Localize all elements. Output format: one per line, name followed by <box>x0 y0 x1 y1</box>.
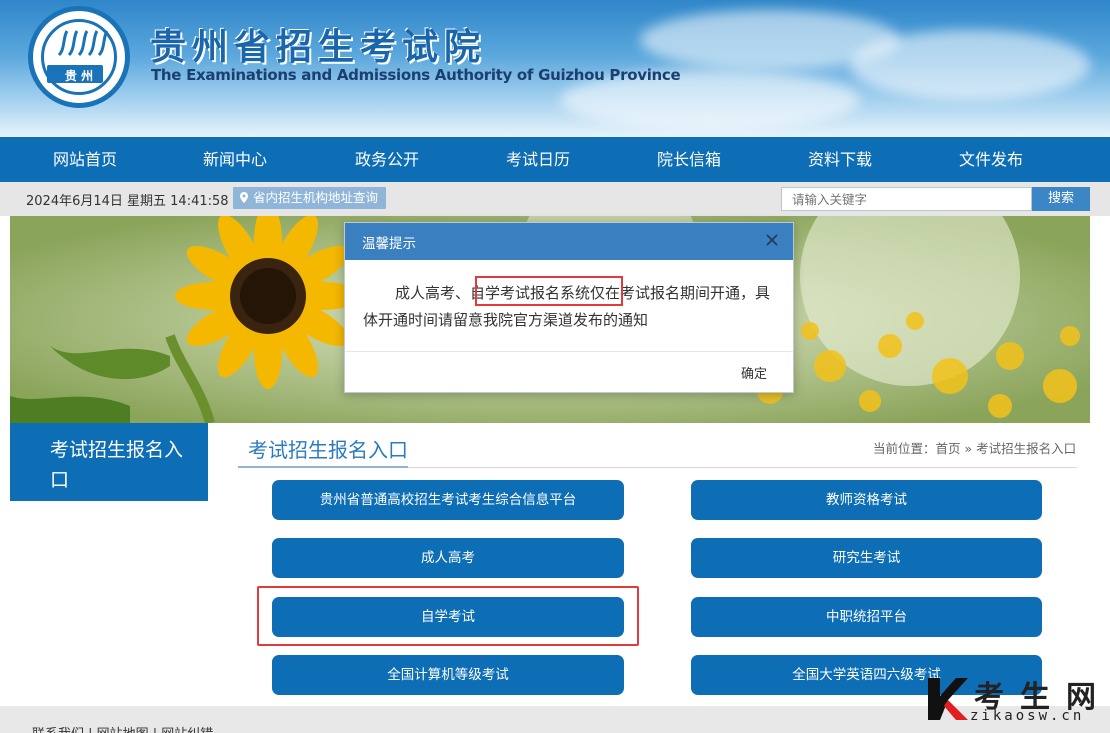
k-logo-icon <box>928 678 968 720</box>
nav-item-calendar[interactable]: 考试日历 <box>506 137 570 182</box>
entry-gaokao-platform-button[interactable]: 贵州省普通高校招生考试考生综合信息平台 <box>272 480 624 520</box>
cloud-decoration <box>850 30 1090 100</box>
page-title: 考试招生报名入口 <box>248 438 408 462</box>
logo-strokes-icon <box>57 30 109 57</box>
breadcrumb: 当前位置：首页 » 考试招生报名入口 <box>873 441 1077 456</box>
location-pin-icon <box>240 192 248 203</box>
address-lookup-label: 省内招生机构地址查询 <box>253 190 379 205</box>
highlight-annotation-box <box>257 586 639 646</box>
entry-vocational-platform-button[interactable]: 中职统招平台 <box>691 597 1042 637</box>
modal-header: 温馨提示 <box>345 223 793 260</box>
ok-button[interactable]: 确定 <box>741 363 767 382</box>
footer-links[interactable]: 联系我们 | 网站地图 | 网站纠错 <box>32 723 213 733</box>
entry-teacher-qualification-button[interactable]: 教师资格考试 <box>691 480 1042 520</box>
nav-item-government[interactable]: 政务公开 <box>355 137 419 182</box>
nav-item-mailbox[interactable]: 院长信箱 <box>657 137 721 182</box>
sidebar-tab-registration[interactable]: 考试招生报名入口 <box>10 423 208 501</box>
site-title-cn: 贵州省招生考试院 <box>150 27 487 68</box>
modal-message-before: 成人高考、 <box>395 284 471 302</box>
site-header: 贵 州 贵州省招生考试院 The Examinations and Admiss… <box>0 0 1110 137</box>
nav-item-documents[interactable]: 文件发布 <box>959 137 1023 182</box>
logo-text: 贵 州 <box>64 69 94 83</box>
modal-divider <box>345 351 793 352</box>
site-title-en: The Examinations and Admissions Authorit… <box>151 66 681 84</box>
site-logo[interactable]: 贵 州 <box>28 6 130 108</box>
content-divider-accent <box>238 466 408 468</box>
highlight-annotation-box <box>475 276 623 306</box>
nav-item-news[interactable]: 新闻中心 <box>203 137 267 182</box>
watermark: 考生网 zikaosw.cn <box>926 670 1110 733</box>
address-lookup-link[interactable]: 省内招生机构地址查询 <box>233 187 387 209</box>
entry-adult-exam-button[interactable]: 成人高考 <box>272 538 624 578</box>
notice-modal: 温馨提示 成人高考、自学考试报名系统仅在考试报名期间开通，具体开通时间请留意我院… <box>344 222 794 393</box>
current-datetime: 2024年6月14日 星期五 14:41:58 <box>26 194 229 209</box>
entry-computer-rank-button[interactable]: 全国计算机等级考试 <box>272 655 624 695</box>
nav-item-downloads[interactable]: 资料下载 <box>808 137 872 182</box>
main-nav: 网站首页 新闻中心 政务公开 考试日历 院长信箱 资料下载 文件发布 <box>0 137 1110 182</box>
entry-graduate-exam-button[interactable]: 研究生考试 <box>691 538 1042 578</box>
search-input[interactable] <box>781 187 1032 211</box>
watermark-en: zikaosw.cn <box>970 708 1085 724</box>
nav-item-home[interactable]: 网站首页 <box>53 137 117 182</box>
modal-title: 温馨提示 <box>362 236 416 252</box>
search-button[interactable]: 搜索 <box>1032 187 1090 211</box>
close-icon[interactable] <box>765 233 779 247</box>
